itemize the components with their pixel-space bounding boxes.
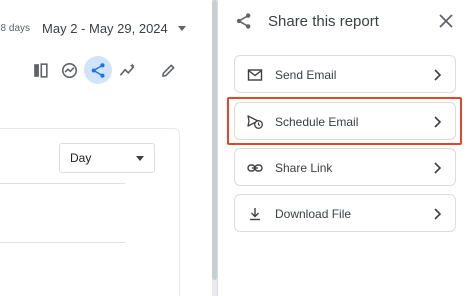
chevron-right-icon (434, 116, 442, 128)
edit-icon (161, 64, 174, 77)
chevron-right-icon (434, 162, 442, 174)
mail-icon (247, 69, 263, 81)
share-panel-header: Share this report (218, 0, 474, 44)
report-area: 28 days May 2 - May 29, 2024 Day (0, 0, 212, 296)
option-label: Share Link (275, 161, 333, 175)
chevron-right-icon (434, 208, 442, 220)
link-icon (247, 164, 263, 172)
date-range-picker[interactable]: 28 days May 2 - May 29, 2024 (0, 16, 186, 40)
edit-button[interactable] (154, 56, 182, 84)
chevron-right-icon (434, 69, 442, 81)
share-icon (236, 13, 251, 29)
option-label: Send Email (275, 68, 337, 82)
trend-icon (119, 62, 135, 76)
table-divider (0, 183, 125, 184)
granularity-select[interactable]: Day (59, 143, 155, 173)
date-range-text[interactable]: May 2 - May 29, 2024 (42, 21, 168, 36)
share-panel: Share this report Send Email Schedule Em… (217, 0, 474, 296)
share-button[interactable] (84, 56, 112, 84)
report-card: Day (0, 128, 180, 296)
report-toolbar (26, 56, 183, 84)
close-icon[interactable] (438, 13, 454, 29)
compare-icon (33, 62, 48, 78)
insights-button[interactable] (55, 56, 83, 84)
table-divider (0, 242, 125, 243)
option-label: Schedule Email (275, 115, 359, 129)
option-label: Download File (275, 207, 352, 221)
send-email-option[interactable]: Send Email (234, 55, 456, 93)
insights-icon (61, 62, 77, 78)
download-file-option[interactable]: Download File (234, 194, 456, 232)
panel-title: Share this report (268, 13, 379, 30)
share-link-option[interactable]: Share Link (234, 148, 456, 186)
granularity-value: Day (70, 151, 92, 165)
compare-button[interactable] (26, 56, 54, 84)
chevron-down-icon[interactable] (177, 25, 186, 31)
schedule-send-icon (247, 115, 263, 129)
schedule-email-option[interactable]: Schedule Email (234, 102, 456, 140)
download-icon (250, 208, 260, 221)
trend-button[interactable] (113, 56, 141, 84)
share-icon (91, 62, 105, 78)
days-badge: 28 days (0, 22, 31, 34)
chevron-down-icon (136, 155, 144, 161)
